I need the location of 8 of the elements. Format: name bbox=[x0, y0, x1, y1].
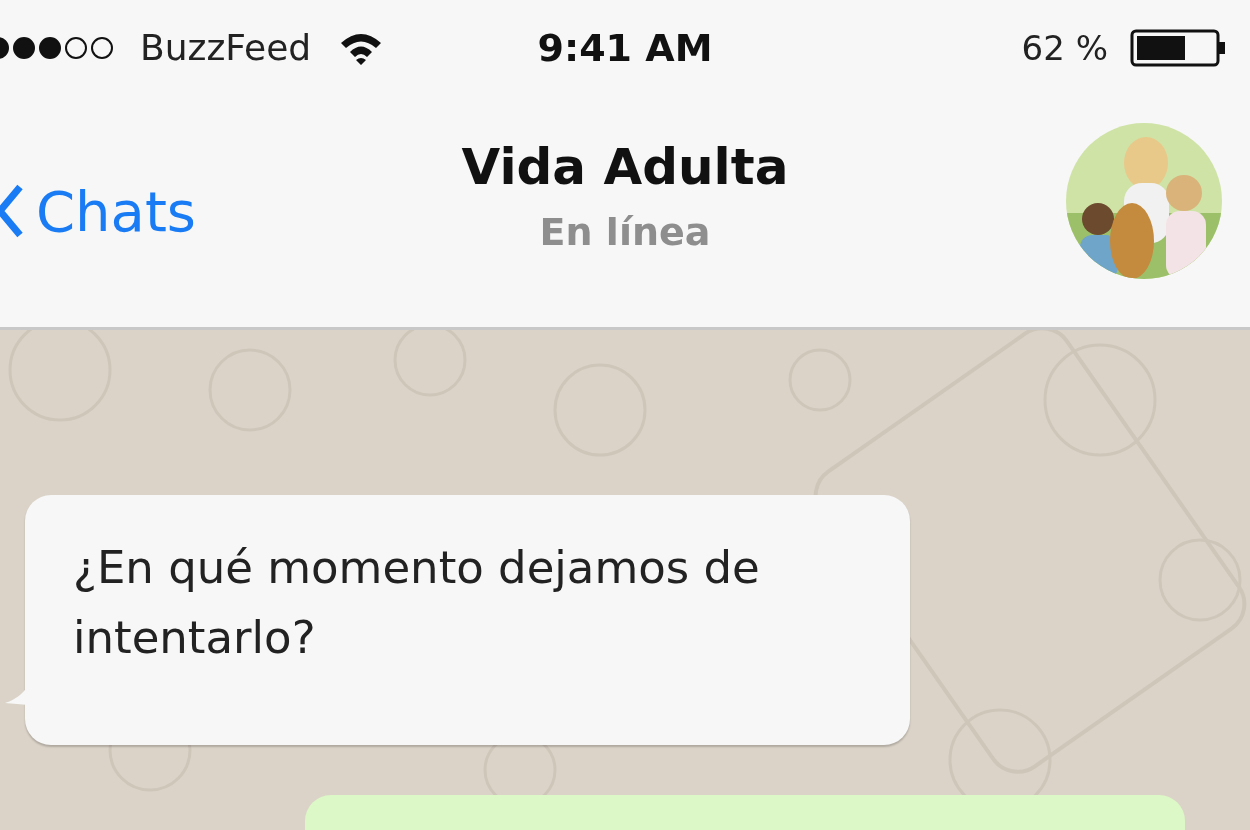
battery-percentage: 62 % bbox=[1021, 27, 1108, 68]
clock-time: 9:41 AM bbox=[537, 25, 713, 70]
chevron-icon bbox=[0, 183, 24, 239]
online-status: En línea bbox=[539, 210, 711, 254]
chat-title: Vida Adulta bbox=[461, 138, 789, 196]
carrier-name: BuzzFeed bbox=[140, 27, 312, 68]
battery-icon bbox=[1130, 28, 1226, 67]
back-button[interactable]: Chats bbox=[0, 178, 197, 244]
